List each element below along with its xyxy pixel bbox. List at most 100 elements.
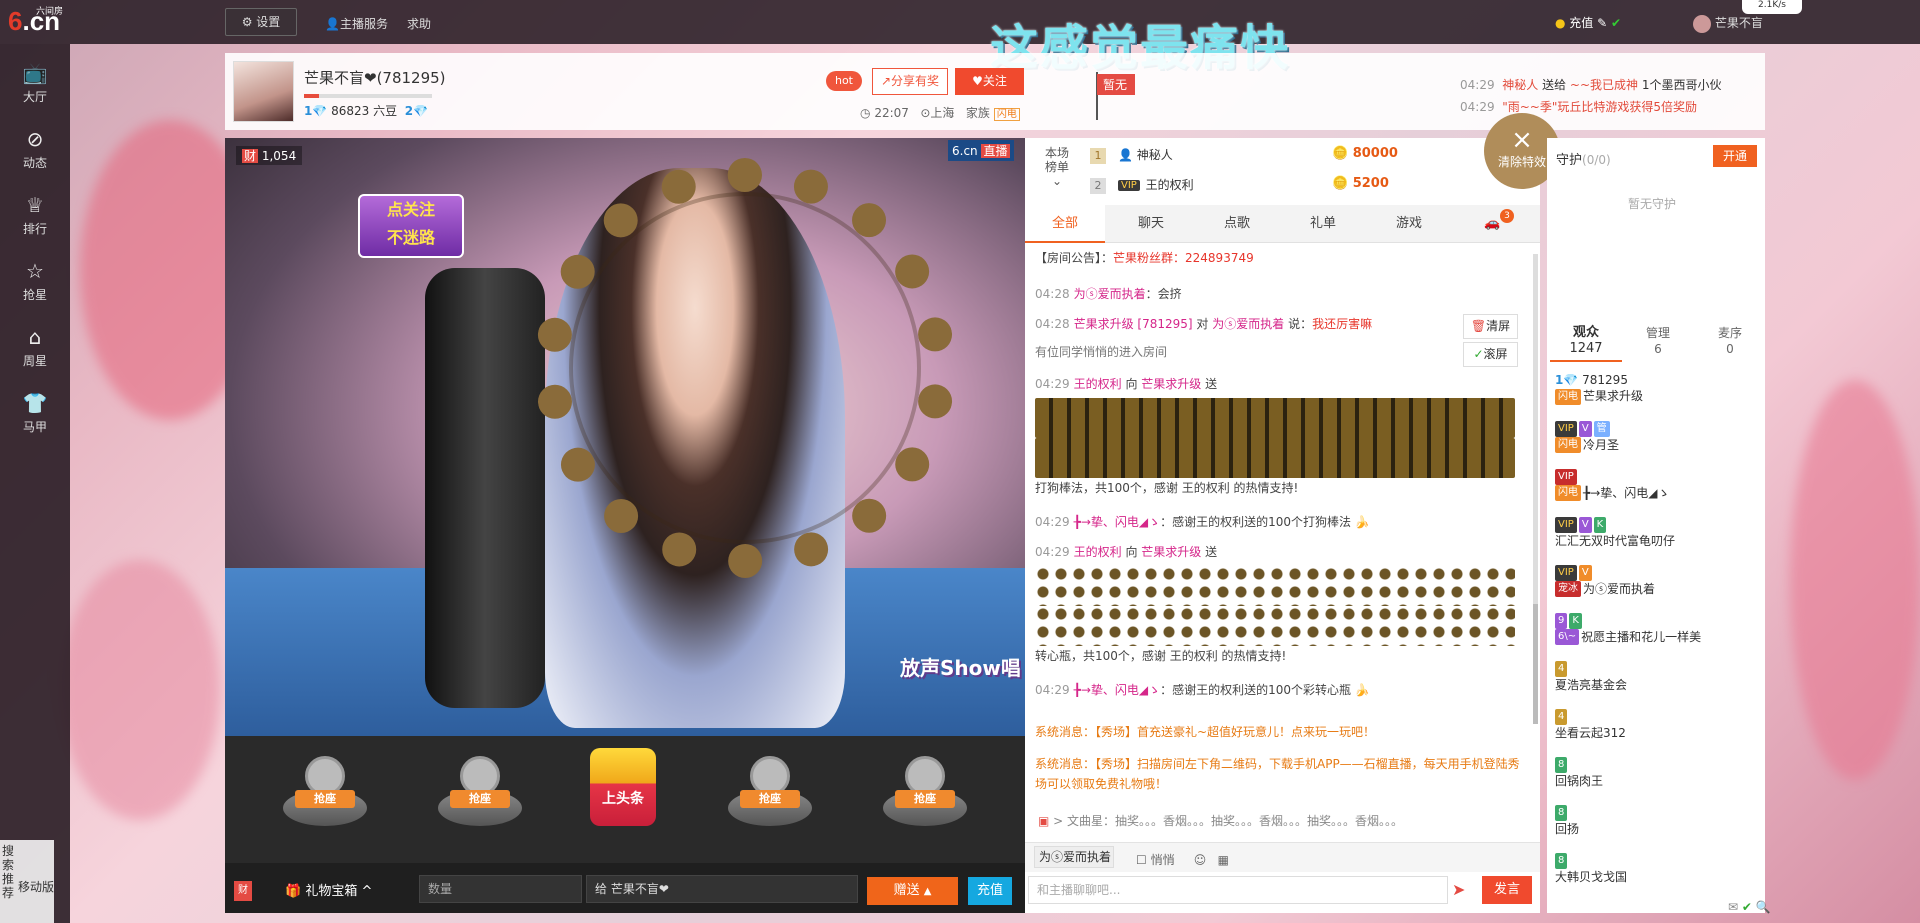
- video-microphone: [425, 268, 545, 708]
- recipient-select[interactable]: 给 芒果不盲❤: [586, 875, 858, 903]
- user-menu[interactable]: 芒果不盲: [1693, 14, 1763, 33]
- emoji-icon[interactable]: ☺: [1194, 853, 1207, 867]
- send-gift-button[interactable]: 赠送 ▲: [867, 877, 958, 905]
- share-button[interactable]: ↗分享有奖: [872, 68, 948, 95]
- recharge-link[interactable]: ● 充值 ✎ ✔: [1555, 14, 1621, 31]
- gift-message: 04:29 王的权利 向 芒果求升级 送转心瓶，共100个，感谢 王的权利 的热情…: [1035, 542, 1525, 666]
- edit-icon[interactable]: ✎: [1597, 16, 1607, 30]
- sidebar-item-week-star[interactable]: ⌂ 周星: [0, 314, 70, 380]
- list-item[interactable]: 8 回扬: [1555, 804, 1755, 837]
- anchor-avatar[interactable]: [233, 61, 294, 122]
- gift-box-toggle[interactable]: 🎁 礼物宝箱 ^: [285, 880, 372, 899]
- bottom-left-links[interactable]: 搜索推荐 移动版: [0, 840, 54, 923]
- grab-seat-button[interactable]: 抢座: [875, 750, 975, 850]
- flag-label: 暂无: [1097, 74, 1136, 95]
- diamond-icon: 💎: [413, 104, 429, 118]
- sidebar-item-vest[interactable]: 👕 马甲: [0, 380, 70, 446]
- whisper-target[interactable]: 为ⓢ爱而执着 ×: [1034, 846, 1114, 868]
- anchor-meta: ◷ 22:07 ⊙上海 家族 闪电: [860, 104, 1020, 121]
- rank-title[interactable]: 本场榜单 ⌄: [1040, 146, 1074, 188]
- list-item[interactable]: 4 坐看云起312: [1555, 708, 1755, 741]
- mail-icon[interactable]: ✉: [1728, 900, 1738, 914]
- help-link[interactable]: 求助: [407, 15, 431, 32]
- check-icon: ✓: [1473, 347, 1484, 361]
- avatar: [1693, 14, 1711, 33]
- sidebar-item-ranking[interactable]: ♕ 排行: [0, 182, 70, 248]
- tab-song[interactable]: 点歌: [1197, 205, 1277, 243]
- tab-admin[interactable]: 管理 6: [1622, 320, 1694, 362]
- banana-icon: 🍌: [1354, 515, 1370, 529]
- list-item[interactable]: 8 大韩贝戈戈国: [1555, 852, 1755, 885]
- tab-audience[interactable]: 观众 1247: [1550, 320, 1622, 362]
- host-service-link[interactable]: 👤主播服务: [325, 15, 388, 32]
- gift-icons: [1035, 398, 1515, 438]
- list-item[interactable]: 9 K 6\~ 祝愿主播和花儿一样美: [1555, 612, 1755, 645]
- open-guard-button[interactable]: 开通: [1713, 145, 1757, 167]
- chat-message: 04:28 为ⓢ爱而执着：会挤: [1035, 287, 1182, 301]
- whisper-checkbox[interactable]: ☐ 悄悄 ☺ ▦: [1136, 851, 1229, 868]
- level-badge: VIP: [1555, 420, 1577, 437]
- site-logo[interactable]: 6.cn 六间房: [8, 6, 66, 38]
- no-guard-text: 暂无守护: [1628, 197, 1677, 211]
- mystery-user-icon: 👤: [1118, 148, 1133, 162]
- list-item[interactable]: VIP V K 汇汇无双时代富龟叨仔: [1555, 516, 1755, 549]
- tab-game[interactable]: 游戏: [1369, 205, 1449, 243]
- check-icon: ✔: [1611, 16, 1622, 30]
- live-video[interactable]: [225, 138, 1025, 736]
- chat-message: 04:29 ╊→挚、闪电◢ゝ：感谢王的权利送的100个彩转心瓶 🍌: [1035, 683, 1370, 697]
- rank-score: 🪙 80000: [1332, 146, 1398, 161]
- tv-icon: 📺: [22, 61, 48, 85]
- gear-icon: ⚙: [241, 15, 257, 29]
- hot-badge: hot: [826, 71, 862, 91]
- show-sticker: 放声Show唱: [900, 656, 1021, 680]
- grab-seat-button[interactable]: 抢座: [430, 750, 530, 850]
- system-message: 系统消息：【秀场】首充送豪礼~超值好玩意儿！点来玩一玩吧！: [1035, 725, 1376, 739]
- sidebar-item-dynamic[interactable]: ⊘ 动态: [0, 116, 70, 182]
- follow-button[interactable]: ♥关注: [955, 68, 1024, 95]
- tab-all[interactable]: 全部: [1025, 205, 1105, 243]
- clear-screen-button[interactable]: 🗑清屏: [1463, 314, 1518, 339]
- checkbox-icon: ☐: [1136, 853, 1147, 867]
- send-message-button[interactable]: 发言: [1482, 876, 1532, 904]
- list-item[interactable]: 8 回锅肉王: [1555, 756, 1755, 789]
- sidebar-item-hall[interactable]: 📺 大厅: [0, 50, 70, 116]
- tab-gift-list[interactable]: 礼单: [1283, 205, 1363, 243]
- list-item[interactable]: 1💎 781295 闪电 芒果求升级: [1555, 372, 1755, 405]
- shirt-icon: 👕: [22, 391, 48, 415]
- search-recommend-link[interactable]: 搜索推荐: [2, 844, 16, 900]
- chevron-down-icon: ⌄: [1051, 174, 1063, 188]
- image-icon[interactable]: ▦: [1218, 853, 1229, 867]
- wealth-icon[interactable]: 财: [234, 881, 252, 901]
- banana-icon: 🍌: [1354, 683, 1370, 697]
- car-icon[interactable]: 🚗: [1455, 205, 1530, 243]
- list-item[interactable]: VIP 闪电 ╊→挚、闪电◢ゝ: [1555, 468, 1755, 501]
- vip-badge: VIP: [1118, 180, 1140, 191]
- headline-button[interactable]: 上头条: [590, 748, 656, 826]
- scroll-screen-button[interactable]: ✓滚屏: [1463, 342, 1518, 367]
- chat-scrollbar[interactable]: [1533, 254, 1538, 724]
- list-item[interactable]: VIP V 宠冰 为ⓢ爱而执着: [1555, 564, 1755, 597]
- settings-button[interactable]: ⚙ 设置: [225, 8, 297, 36]
- paper-plane-icon[interactable]: ➤: [1452, 880, 1465, 899]
- gift-icons: [1035, 566, 1515, 606]
- star-icon: ☆: [26, 259, 44, 283]
- mobile-version-link[interactable]: 移动版: [18, 880, 54, 894]
- search-icon[interactable]: 🔍: [1756, 900, 1771, 914]
- tab-mic-queue[interactable]: 麦序 0: [1694, 320, 1766, 362]
- chat-input[interactable]: 和主播聊聊吧...: [1028, 876, 1448, 904]
- quantity-input[interactable]: 数量: [419, 875, 582, 903]
- recharge-button[interactable]: 充值: [968, 877, 1012, 905]
- list-item[interactable]: VIP V 管闪电 冷月圣: [1555, 420, 1755, 453]
- trash-icon: 🗑: [1470, 319, 1487, 333]
- diamond-icon: 💎: [1563, 373, 1579, 387]
- gift-icons: [1035, 438, 1515, 478]
- chat-message: 04:28 芒果求升级 [781295] 对 为ⓢ爱而执着 说：我还厉害嘛: [1035, 317, 1373, 331]
- shield-icon[interactable]: ✔: [1742, 900, 1752, 914]
- rank-row[interactable]: 1 👤 神秘人: [1090, 146, 1173, 164]
- list-item[interactable]: 4 夏浩亮基金会: [1555, 660, 1755, 693]
- sidebar-item-grab-star[interactable]: ☆ 抢星: [0, 248, 70, 314]
- rank-row[interactable]: 2 VIP 王的权利: [1090, 176, 1194, 194]
- grab-seat-button[interactable]: 抢座: [720, 750, 820, 850]
- grab-seat-button[interactable]: 抢座: [275, 750, 375, 850]
- tab-chat[interactable]: 聊天: [1111, 205, 1191, 243]
